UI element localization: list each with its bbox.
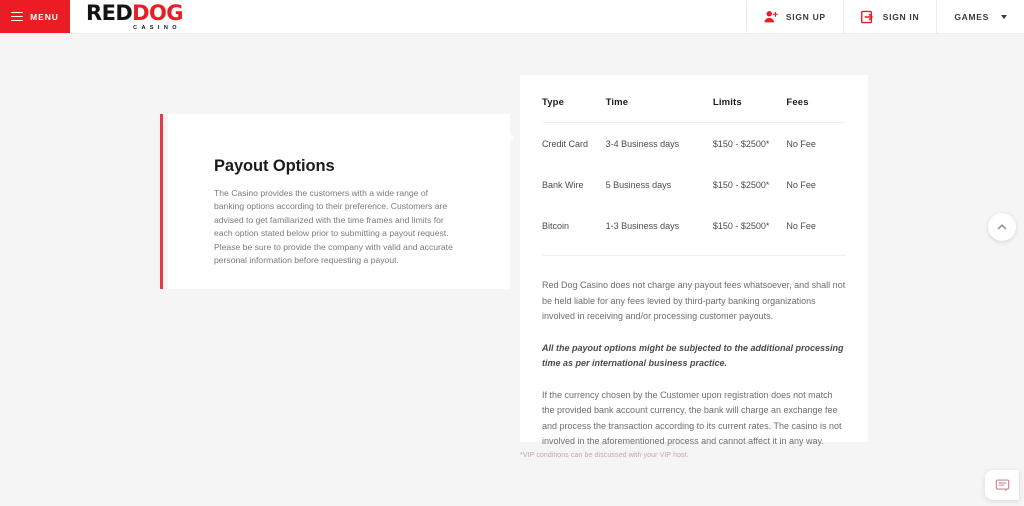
table-row: Bank Wire 5 Business days $150 - $2500* … (542, 164, 846, 205)
payout-options-card: Payout Options The Casino provides the c… (160, 114, 514, 289)
sign-up-button[interactable]: SIGN UP (745, 0, 843, 33)
cell-time: 1-3 Business days (605, 220, 680, 231)
note-paragraph-currency: If the currency chosen by the Customer u… (542, 389, 842, 447)
menu-button-label: MENU (30, 11, 59, 22)
table-row: Credit Card 3-4 Business days $150 - $25… (542, 123, 846, 164)
table-header-row: Type Time Limits Fees (542, 97, 846, 123)
chevron-down-icon (1001, 14, 1007, 19)
games-dropdown[interactable]: GAMES (936, 0, 1024, 33)
user-plus-icon (764, 10, 778, 22)
games-label: GAMES (954, 11, 989, 22)
menu-button[interactable]: MENU (0, 0, 70, 33)
chat-bubble-icon (995, 478, 1009, 491)
logo-text-dog: DOG (132, 0, 183, 25)
cell-limits: $150 - $2500* (712, 138, 770, 149)
column-header-fees: Fees (786, 97, 809, 108)
card-content: Payout Options The Casino provides the c… (168, 114, 458, 267)
cell-type: Credit Card (542, 138, 589, 149)
cell-type: Bank Wire (542, 179, 584, 190)
cell-time: 5 Business days (605, 179, 672, 190)
card-accent-bar (160, 114, 163, 289)
logo-subtitle: CASINO (133, 24, 181, 31)
sign-in-button[interactable]: SIGN IN (842, 0, 937, 33)
note-paragraph-processing-time: All the payout options might be subjecte… (542, 342, 844, 369)
note-paragraph-fees: Red Dog Casino does not charge any payou… (542, 280, 846, 321)
payout-table: Type Time Limits Fees Credit Card 3-4 Bu… (520, 75, 868, 246)
payout-notes: Red Dog Casino does not charge any payou… (520, 256, 868, 450)
table-body: Credit Card 3-4 Business days $150 - $25… (542, 123, 846, 246)
column-header-time: Time (605, 97, 629, 108)
cell-fees: No Fee (786, 138, 816, 149)
cell-fees: No Fee (786, 220, 816, 231)
page-description: The Casino provides the customers with a… (214, 188, 453, 266)
login-arrow-icon (860, 10, 873, 23)
page-root: MENU REDDOG CASINO SIGN UP SIGN IN GAMES… (0, 0, 1024, 506)
card-body: Payout Options The Casino provides the c… (168, 114, 510, 289)
cell-limits: $150 - $2500* (712, 179, 770, 190)
site-logo[interactable]: REDDOG CASINO (70, 0, 183, 33)
page-title: Payout Options (214, 157, 335, 175)
cell-time: 3-4 Business days (605, 138, 680, 149)
cell-fees: No Fee (786, 179, 816, 190)
logo-wordmark: REDDOG (86, 0, 183, 25)
site-header: MENU REDDOG CASINO SIGN UP SIGN IN GAMES (0, 0, 1024, 34)
sign-in-label: SIGN IN (882, 11, 920, 22)
header-spacer (183, 0, 746, 33)
vip-footnote: *VIP conditions can be discussed with yo… (520, 452, 689, 459)
cell-limits: $150 - $2500* (712, 220, 770, 231)
table-row: Bitcoin 1-3 Business days $150 - $2500* … (542, 205, 846, 246)
hamburger-icon (11, 11, 24, 22)
column-header-type: Type (542, 97, 565, 108)
live-chat-button[interactable] (985, 470, 1019, 500)
sign-up-label: SIGN UP (785, 11, 826, 22)
cell-type: Bitcoin (542, 220, 570, 231)
scroll-to-top-button[interactable] (988, 213, 1016, 241)
logo-text-red: RED (86, 0, 133, 25)
payout-details-panel: Type Time Limits Fees Credit Card 3-4 Bu… (520, 75, 868, 446)
column-header-limits: Limits (712, 97, 742, 108)
chevron-up-icon (997, 224, 1007, 230)
